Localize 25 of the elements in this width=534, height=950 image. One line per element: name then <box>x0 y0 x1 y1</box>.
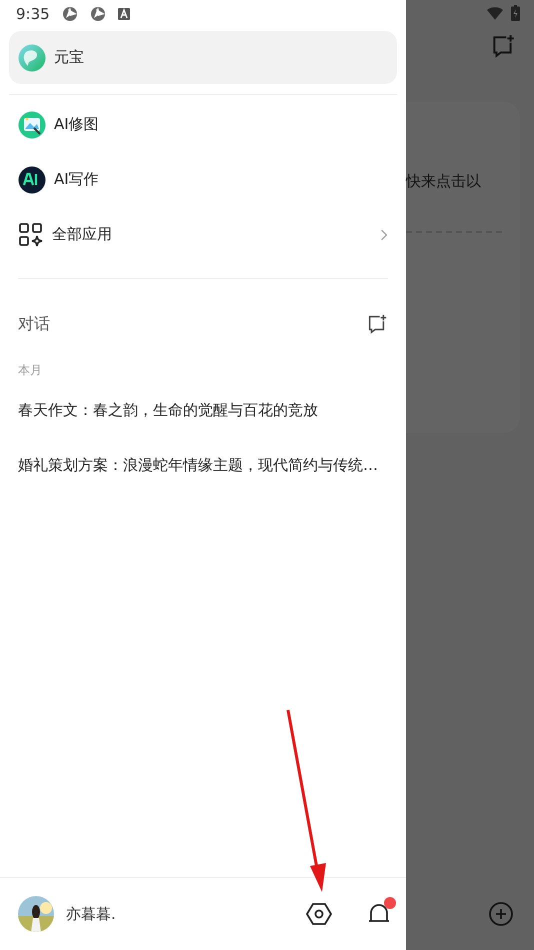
battery-icon <box>511 5 520 21</box>
group-label: 本月 <box>17 362 43 379</box>
conversation-item[interactable]: 春天作文：春之韵，生命的觉醒与百花的竞放 <box>0 383 406 438</box>
avatar[interactable] <box>18 896 54 932</box>
section-title: 对话 <box>18 313 50 335</box>
status-time: 9:35 <box>16 4 50 25</box>
card-text: 快来点击以 <box>406 171 482 192</box>
conversation-item[interactable]: 婚礼策划方案：浪漫蛇年情缘主题，现代简约与传统… <box>0 438 406 493</box>
leaf-logo-icon <box>18 44 46 72</box>
app-item[interactable]: AI写作 <box>0 152 406 207</box>
app-item[interactable]: AI修图 <box>0 97 406 152</box>
app-grid-icon <box>18 222 44 248</box>
chevron-right-icon <box>380 228 388 242</box>
app-notification-icon <box>90 6 106 22</box>
settings-icon[interactable] <box>306 901 332 927</box>
app-item[interactable]: 全部应用 <box>0 207 406 262</box>
picture-edit-icon <box>18 110 46 138</box>
wifi-icon <box>487 6 503 20</box>
a-letter-icon <box>118 8 130 20</box>
ai-badge-icon <box>18 166 46 194</box>
current-app-item[interactable]: 元宝 <box>9 31 397 84</box>
app-notification-icon <box>62 6 78 22</box>
user-name[interactable]: 亦暮暮. <box>66 902 294 926</box>
add-circle-icon[interactable] <box>488 901 514 927</box>
new-chat-icon[interactable] <box>366 313 388 335</box>
